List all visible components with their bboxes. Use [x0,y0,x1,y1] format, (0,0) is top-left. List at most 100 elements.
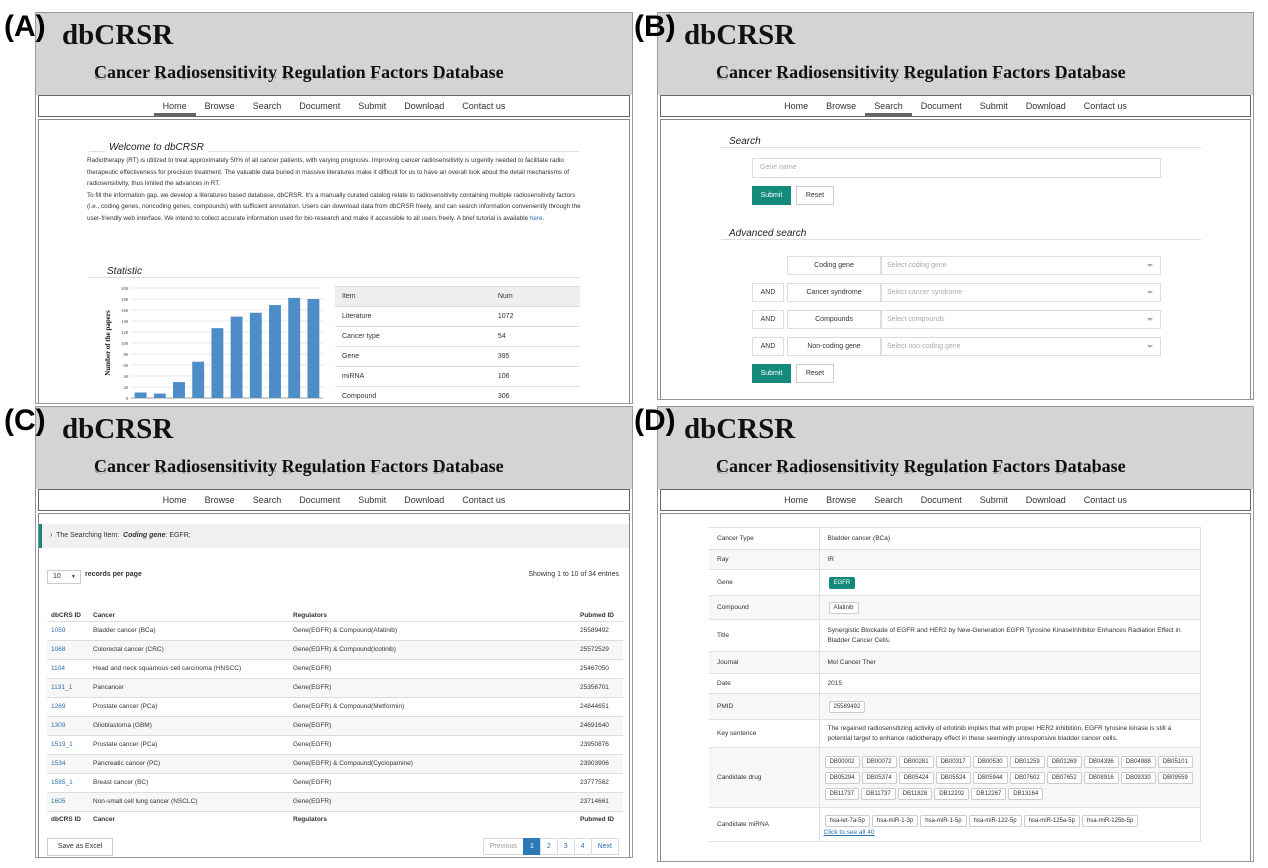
per-page-select[interactable]: 10 ▼ [47,570,81,584]
nav-contact[interactable]: Contact us [453,490,514,510]
site-logo[interactable]: dbCRSR [684,19,795,52]
nav-submit[interactable]: Submit [971,96,1017,116]
nav-browse[interactable]: Browse [817,490,865,510]
nav-download[interactable]: Download [395,96,453,116]
nav-search[interactable]: Search [865,96,912,116]
cell-id[interactable]: 1131_1 [47,677,89,697]
col-regulators[interactable]: Regulators [289,591,576,621]
submit-button[interactable]: Submit [752,186,791,205]
drug-tag[interactable]: DB12267 [971,787,1007,800]
drug-tag[interactable]: DB07602 [1009,771,1045,784]
nav-document[interactable]: Document [912,490,971,510]
drug-tag[interactable]: DB08916 [1083,771,1119,784]
cell-id[interactable]: 1585_1 [47,772,89,792]
drug-tag[interactable]: DB04396 [1083,755,1119,768]
page-3[interactable]: 3 [556,838,575,855]
page-previous[interactable]: Previous [482,838,524,855]
coding-gene-select[interactable]: Select coding gene [881,256,1161,275]
cell-id[interactable]: 1104 [47,658,89,678]
drug-tag[interactable]: DB05374 [861,771,897,784]
nav-contact[interactable]: Contact us [453,96,514,116]
cell-id[interactable]: 1269 [47,696,89,716]
gene-tag[interactable]: EGFR [828,576,856,589]
drug-tag[interactable]: DB01259 [1009,755,1045,768]
nav-home[interactable]: Home [775,490,817,510]
noncoding-gene-select[interactable]: Select non-coding gene [881,337,1161,356]
cell-id[interactable]: 1605 [47,791,89,811]
col-cancer[interactable]: Cancer [89,591,289,621]
nav-browse[interactable]: Browse [196,490,244,510]
see-all-link[interactable]: Click to see all 40 [824,829,875,836]
site-logo[interactable]: dbCRSR [62,413,173,446]
drug-tag[interactable]: DB09559 [1157,771,1193,784]
drug-tag[interactable]: DB01269 [1046,755,1082,768]
nav-home[interactable]: Home [775,96,817,116]
page-1[interactable]: 1 [522,838,541,855]
nav-document[interactable]: Document [912,96,971,116]
col-pubmed[interactable]: Pubmed ID [576,591,623,621]
tutorial-link[interactable]: here. [530,215,544,222]
cell-id[interactable]: 1059 [47,620,89,640]
nav-download[interactable]: Download [395,490,453,510]
drug-tag[interactable]: DB00317 [935,755,971,768]
adv-operator[interactable]: AND [752,310,784,329]
adv-reset-button[interactable]: Reset [796,364,834,383]
nav-submit[interactable]: Submit [971,490,1017,510]
nav-browse[interactable]: Browse [196,96,244,116]
nav-search[interactable]: Search [244,96,291,116]
drug-tag[interactable]: DB12202 [934,787,970,800]
mirna-tag[interactable]: hsa-miR-125a-5p [1023,815,1080,827]
nav-document[interactable]: Document [290,96,349,116]
compound-tag[interactable]: Afatinib [828,601,859,614]
drug-tag[interactable]: DB04988 [1120,755,1156,768]
col-id[interactable]: dbCRS ID [47,591,89,621]
page-2[interactable]: 2 [539,838,558,855]
site-logo[interactable]: dbCRSR [684,413,795,446]
mirna-tag[interactable]: hsa-let-7a-5p [824,815,870,827]
nav-download[interactable]: Download [1017,490,1075,510]
drug-tag[interactable]: DB00530 [972,755,1008,768]
drug-tag[interactable]: DB07652 [1046,771,1082,784]
pmid-tag[interactable]: 25589492 [828,700,866,713]
drug-tag[interactable]: DB05524 [935,771,971,784]
adv-submit-button[interactable]: Submit [752,364,791,383]
drug-tag[interactable]: DB11737 [824,787,860,800]
drug-tag[interactable]: DB11828 [897,787,933,800]
drug-tag[interactable]: DB09330 [1120,771,1156,784]
mirna-tag[interactable]: hsa-miR-125b-5p [1081,815,1139,827]
cell-id[interactable]: 1068 [47,639,89,659]
nav-download[interactable]: Download [1017,96,1075,116]
reset-button[interactable]: Reset [796,186,834,205]
compounds-select[interactable]: Select compounds [881,310,1161,329]
drug-tag[interactable]: DB00002 [824,755,860,768]
nav-search[interactable]: Search [244,490,291,510]
nav-home[interactable]: Home [154,490,196,510]
cell-id[interactable]: 1534 [47,753,89,773]
drug-tag[interactable]: DB05294 [824,771,860,784]
site-logo[interactable]: dbCRSR [62,19,173,52]
nav-contact[interactable]: Contact us [1075,96,1136,116]
drug-tag[interactable]: DB13164 [1008,787,1044,800]
drug-tag[interactable]: DB00281 [898,755,934,768]
nav-contact[interactable]: Contact us [1075,490,1136,510]
cell-id[interactable]: 1519_1 [47,734,89,754]
drug-tag[interactable]: DB05101 [1157,755,1193,768]
nav-search[interactable]: Search [865,490,912,510]
mirna-tag[interactable]: hsa-miR-1-5p [920,815,967,827]
save-excel-button[interactable]: Save as Excel [47,838,113,856]
cancer-syndrome-select[interactable]: Select cancer syndrome [881,283,1161,302]
page-next[interactable]: Next [590,838,619,855]
nav-submit[interactable]: Submit [349,490,395,510]
mirna-tag[interactable]: hsa-miR-122-5p [968,815,1022,827]
mirna-tag[interactable]: hsa-miR-1-3p [871,815,919,827]
page-4[interactable]: 4 [573,838,592,855]
nav-document[interactable]: Document [290,490,349,510]
nav-submit[interactable]: Submit [349,96,395,116]
gene-name-input[interactable]: Gene name [752,158,1161,178]
drug-tag[interactable]: DB00072 [861,755,897,768]
drug-tag[interactable]: DB05944 [972,771,1008,784]
cell-id[interactable]: 1309 [47,715,89,735]
nav-browse[interactable]: Browse [817,96,865,116]
adv-operator[interactable]: AND [752,283,784,302]
nav-home[interactable]: Home [153,96,196,116]
